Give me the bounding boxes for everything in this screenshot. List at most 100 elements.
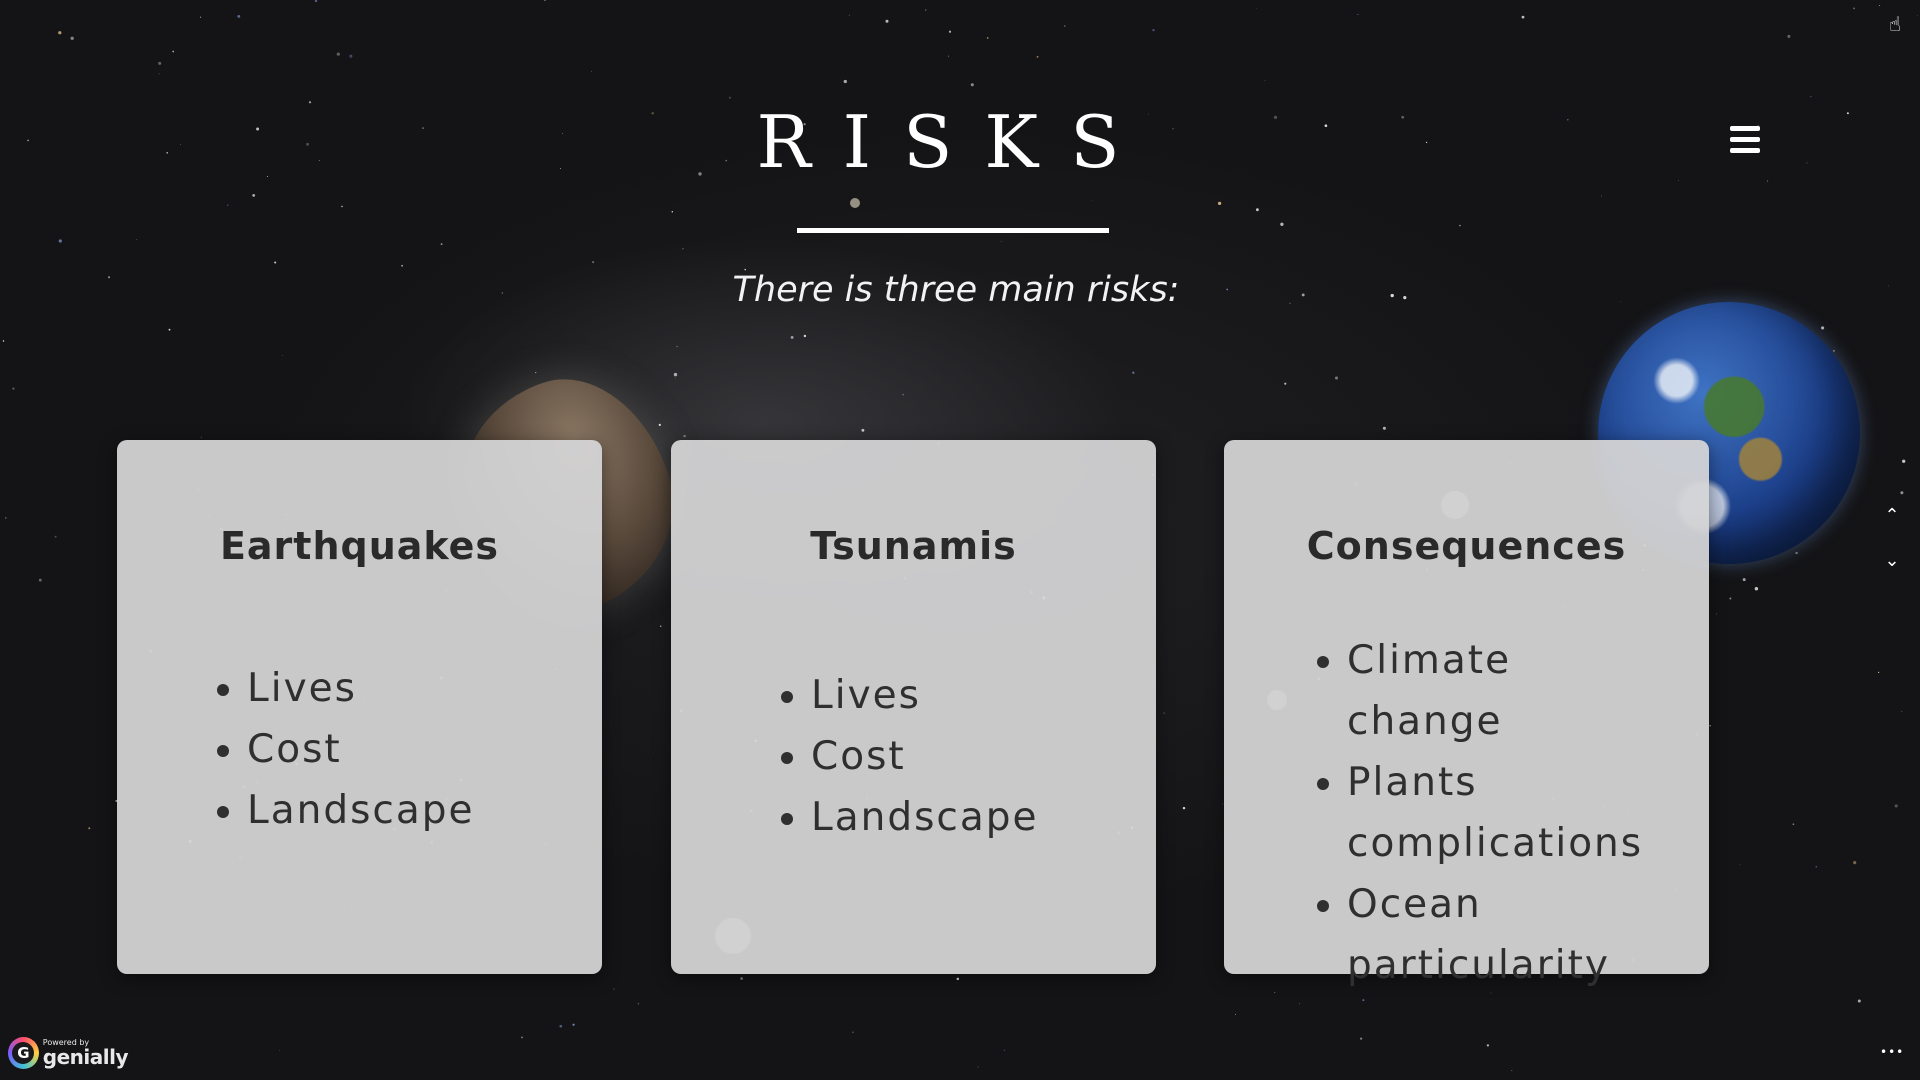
star xyxy=(1902,459,1906,463)
star xyxy=(521,1036,523,1039)
star xyxy=(535,371,537,374)
star xyxy=(58,31,62,35)
star xyxy=(676,346,678,348)
star xyxy=(38,578,42,582)
star xyxy=(237,14,241,18)
star xyxy=(740,977,743,980)
slide-stage: RISKS There is three main risks: Earthqu… xyxy=(0,0,1920,1080)
star xyxy=(1832,349,1835,352)
star xyxy=(1334,376,1339,380)
chevron-up-icon[interactable]: ⌃ xyxy=(1880,505,1904,526)
star xyxy=(658,423,661,426)
star xyxy=(226,204,229,206)
star xyxy=(1299,1003,1301,1005)
star xyxy=(1729,597,1732,600)
star xyxy=(543,0,546,1)
star xyxy=(977,1066,979,1068)
logo-text: Powered by genially xyxy=(43,1039,129,1068)
star xyxy=(1459,224,1461,227)
star xyxy=(970,83,974,87)
star xyxy=(1853,861,1857,865)
star xyxy=(168,328,171,331)
hamburger-menu-icon[interactable] xyxy=(1730,126,1760,156)
star xyxy=(559,1024,563,1028)
star xyxy=(1810,95,1812,98)
star xyxy=(1795,551,1798,555)
star xyxy=(440,243,443,246)
star xyxy=(790,335,794,339)
star xyxy=(1521,15,1525,19)
star xyxy=(1036,55,1039,58)
star xyxy=(200,436,202,438)
star xyxy=(1716,613,1718,615)
menu-bar xyxy=(1730,137,1760,142)
star xyxy=(1221,803,1223,805)
more-options-icon[interactable]: ••• xyxy=(1880,1045,1904,1059)
star xyxy=(1754,587,1759,591)
star xyxy=(1900,491,1904,495)
star xyxy=(803,334,807,338)
star xyxy=(172,50,175,53)
card-title: Consequences xyxy=(1306,524,1627,568)
star xyxy=(1787,34,1791,38)
star xyxy=(1486,1044,1490,1047)
star xyxy=(956,977,960,981)
list-item: Landscape xyxy=(811,787,1039,848)
star xyxy=(572,1023,575,1026)
star xyxy=(1000,240,1002,242)
star xyxy=(349,54,353,58)
star xyxy=(1132,371,1135,374)
star xyxy=(925,9,927,11)
card-title: Earthquakes xyxy=(219,524,500,568)
star xyxy=(1821,326,1825,330)
star xyxy=(1709,724,1711,727)
star xyxy=(4,517,7,519)
list-item: Landscape xyxy=(247,780,475,841)
star xyxy=(843,79,847,84)
star xyxy=(336,52,340,56)
star xyxy=(1857,999,1861,1003)
card-list: Lives Cost Landscape xyxy=(117,658,475,841)
star xyxy=(1003,1049,1006,1051)
star xyxy=(314,0,318,3)
star xyxy=(1894,804,1898,808)
star xyxy=(136,238,138,241)
list-item: Ocean particularity xyxy=(1347,874,1677,996)
genially-logo[interactable]: G Powered by genially xyxy=(8,1035,129,1071)
card-consequences: Consequences Climate change Plants compl… xyxy=(1224,440,1709,988)
star xyxy=(652,751,654,753)
star xyxy=(637,1002,640,1005)
star xyxy=(12,387,15,390)
star xyxy=(852,1031,854,1033)
star xyxy=(158,61,162,65)
star xyxy=(281,354,283,356)
star xyxy=(1152,28,1155,32)
star xyxy=(1280,222,1284,226)
star xyxy=(1217,201,1222,206)
star xyxy=(1853,7,1855,10)
star xyxy=(1879,5,1881,7)
star xyxy=(673,372,678,377)
star xyxy=(986,37,989,39)
list-item: Lives xyxy=(247,658,475,719)
star xyxy=(1739,864,1741,866)
star xyxy=(1792,823,1795,826)
menu-bar xyxy=(1730,148,1760,153)
star xyxy=(252,194,256,197)
hand-pointer-icon[interactable]: ☝ xyxy=(1883,12,1907,36)
star xyxy=(1511,1070,1513,1072)
star xyxy=(848,14,850,16)
chevron-down-icon[interactable]: ⌄ xyxy=(1880,550,1904,571)
star xyxy=(591,70,592,72)
star xyxy=(2,340,5,342)
star xyxy=(1256,7,1257,9)
star xyxy=(1256,208,1259,212)
star xyxy=(1742,578,1746,582)
list-item: Lives xyxy=(811,665,1039,726)
star xyxy=(1357,13,1359,16)
star xyxy=(613,988,615,990)
list-item: Plants complications xyxy=(1347,752,1677,874)
star xyxy=(1284,382,1287,385)
star xyxy=(902,393,905,396)
star xyxy=(659,625,662,627)
